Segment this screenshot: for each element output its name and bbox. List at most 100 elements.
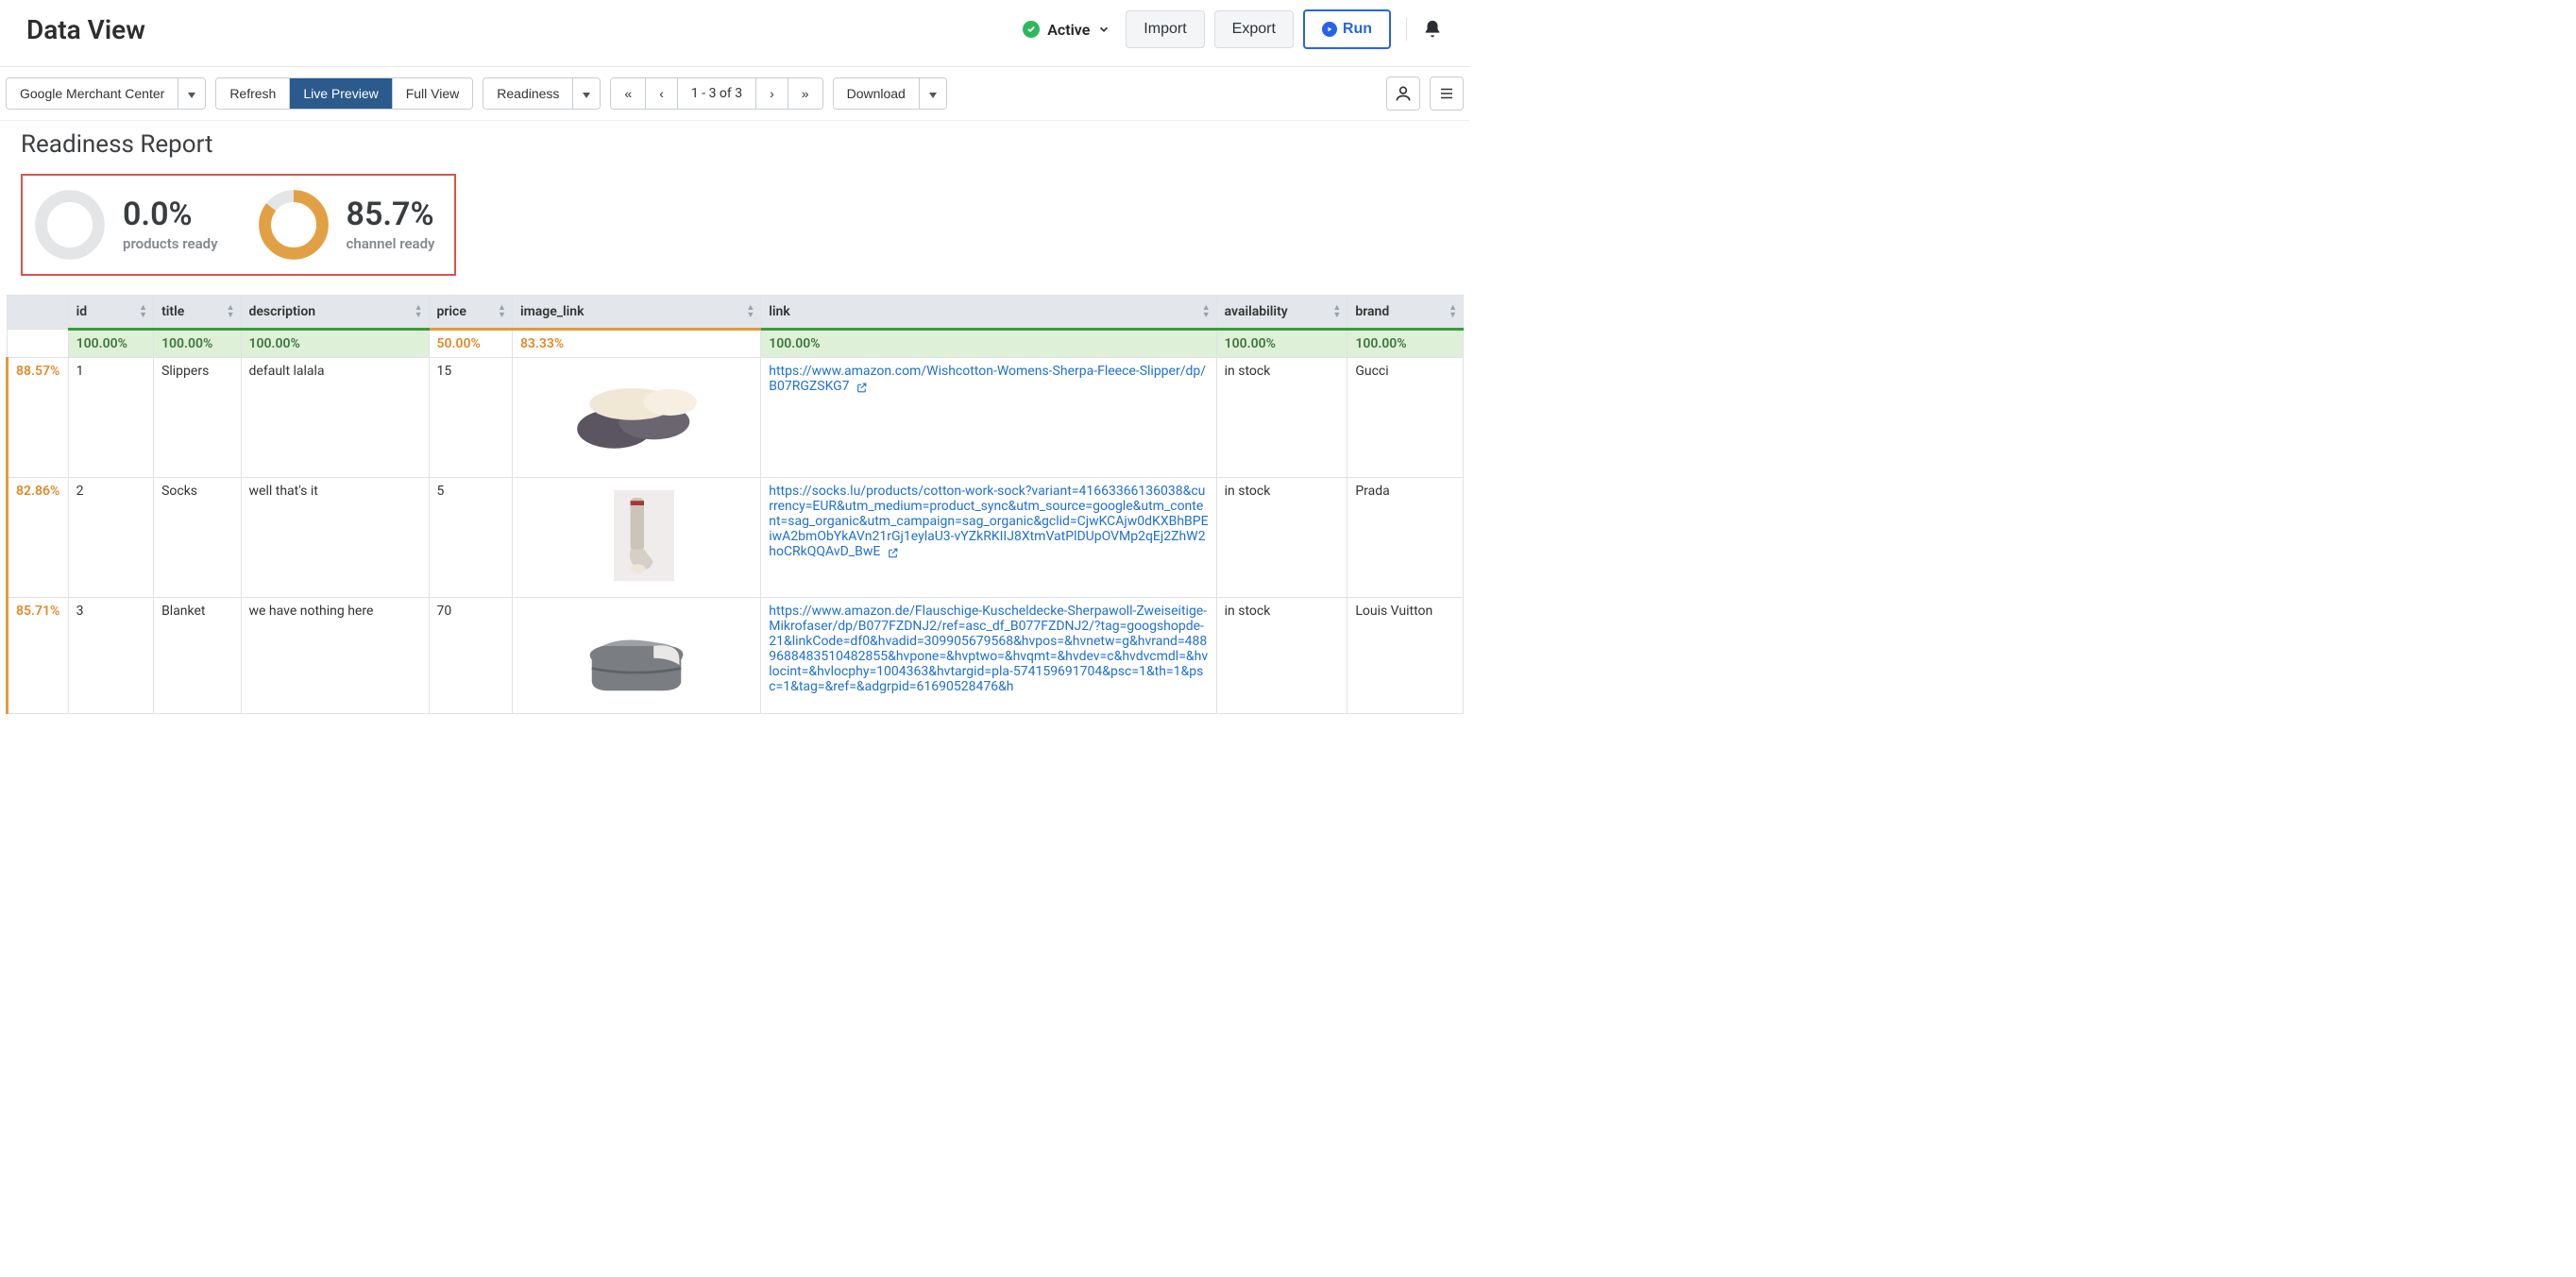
cell-availability: in stock [1216, 358, 1347, 478]
hamburger-icon [1438, 85, 1455, 102]
pager-first[interactable]: « [611, 78, 646, 109]
toolbar: Google Merchant Center Refresh Live Prev… [0, 67, 1469, 121]
product-link[interactable]: https://www.amazon.de/Flauschige-Kuschel… [769, 604, 1208, 694]
channel-button[interactable]: Google Merchant Center [7, 78, 178, 109]
chevron-down-icon [1097, 23, 1110, 36]
bell-icon[interactable] [1422, 19, 1443, 40]
full-view-tab[interactable]: Full View [393, 78, 473, 109]
cell-title: Socks [154, 478, 241, 598]
channel-selector: Google Merchant Center [6, 77, 206, 110]
sort-down-icon: ▼ [227, 312, 235, 319]
user-icon [1394, 84, 1413, 103]
refresh-button[interactable]: Refresh [216, 78, 290, 109]
table-header-row: id▲▼ title▲▼ description▲▼ price▲▼ image… [8, 296, 1464, 330]
sort-down-icon: ▼ [139, 312, 147, 319]
report-title: Readiness Report [21, 130, 1449, 159]
channel-ready-pct: 85.7% [347, 197, 435, 232]
row-pct: 85.71% [8, 598, 69, 714]
download-selector: Download [833, 77, 947, 110]
readiness-selector: Readiness [483, 77, 601, 110]
divider [1406, 18, 1407, 41]
cell-id: 3 [68, 598, 153, 714]
readiness-dropdown-caret[interactable] [573, 78, 600, 109]
report-cards: 0.0% products ready 85.7% channel ready [21, 174, 456, 276]
cell-brand: Prada [1347, 478, 1464, 598]
download-dropdown-caret[interactable] [920, 78, 946, 109]
caret-down-icon [583, 93, 590, 98]
live-preview-tab[interactable]: Live Preview [290, 78, 392, 109]
readiness-button[interactable]: Readiness [483, 78, 573, 109]
sort-down-icon: ▼ [1202, 312, 1211, 319]
pct-availability: 100.00% [1216, 330, 1347, 358]
cell-image [512, 358, 760, 478]
table-row: 88.57% 1 Slippers default lalala 15 [8, 358, 1464, 478]
header-id[interactable]: id▲▼ [68, 296, 153, 330]
cell-brand: Gucci [1347, 358, 1464, 478]
status-label: Active [1047, 21, 1090, 39]
pager-next[interactable]: › [756, 78, 788, 109]
run-label: Run [1343, 21, 1372, 38]
header-description[interactable]: description▲▼ [241, 296, 429, 330]
cell-link: https://www.amazon.de/Flauschige-Kuschel… [761, 598, 1216, 714]
header-price[interactable]: price▲▼ [429, 296, 512, 330]
page-title: Data View [26, 14, 145, 45]
cell-title: Slippers [154, 358, 241, 478]
cell-id: 2 [68, 478, 153, 598]
header-title[interactable]: title▲▼ [154, 296, 241, 330]
cell-image [512, 598, 760, 714]
check-circle-icon [1023, 21, 1040, 38]
channel-dropdown-caret[interactable] [178, 78, 205, 109]
cell-id: 1 [68, 358, 153, 478]
pager-prev[interactable]: ‹ [646, 78, 678, 109]
products-ready-card: 0.0% products ready [32, 187, 218, 263]
header-image-link[interactable]: image_link▲▼ [512, 296, 760, 330]
cell-price: 70 [429, 598, 512, 714]
page-header: Data View Active Import Export Run [0, 0, 1469, 67]
cell-title: Blanket [154, 598, 241, 714]
products-ready-pct: 0.0% [123, 197, 218, 232]
products-ready-label: products ready [123, 235, 218, 252]
product-link[interactable]: https://www.amazon.com/Wishcotton-Womens… [769, 364, 1206, 394]
import-button[interactable]: Import [1126, 10, 1204, 48]
products-ready-donut-icon [32, 187, 108, 263]
cell-brand: Louis Vuitton [1347, 598, 1464, 714]
pct-link: 100.00% [761, 330, 1216, 358]
pager-indicator: 1 - 3 of 3 [678, 78, 756, 109]
cell-description: well that's it [241, 478, 429, 598]
header-brand[interactable]: brand▲▼ [1347, 296, 1464, 330]
cell-image [512, 478, 760, 598]
pct-id: 100.00% [68, 330, 153, 358]
run-button[interactable]: Run [1303, 9, 1391, 49]
table-row: 82.86% 2 Socks well that's it 5 [8, 478, 1464, 598]
header-link[interactable]: link▲▼ [761, 296, 1216, 330]
sort-down-icon: ▼ [498, 312, 506, 319]
view-controls: Refresh Live Preview Full View [215, 77, 473, 110]
pager-last[interactable]: » [788, 78, 822, 109]
cell-price: 15 [429, 358, 512, 478]
caret-down-icon [188, 93, 195, 98]
product-link[interactable]: https://socks.lu/products/cotton-work-so… [769, 484, 1208, 559]
pager: « ‹ 1 - 3 of 3 › » [610, 77, 822, 110]
download-button[interactable]: Download [834, 78, 920, 109]
cell-price: 5 [429, 478, 512, 598]
pct-description: 100.00% [241, 330, 429, 358]
cell-link: https://www.amazon.com/Wishcotton-Womens… [761, 358, 1216, 478]
menu-button[interactable] [1430, 77, 1464, 111]
play-circle-icon [1322, 22, 1337, 37]
header-actions: Active Import Export Run [1023, 9, 1443, 49]
column-pct-row: 100.00% 100.00% 100.00% 50.00% 83.33% 10… [8, 330, 1464, 358]
status-indicator[interactable]: Active [1023, 21, 1110, 39]
data-table: id▲▼ title▲▼ description▲▼ price▲▼ image… [6, 295, 1464, 714]
row-pct: 82.86% [8, 478, 69, 598]
sort-down-icon: ▼ [746, 312, 754, 319]
external-link-icon [887, 547, 899, 559]
pct-price: 50.00% [429, 330, 512, 358]
cell-link: https://socks.lu/products/cotton-work-so… [761, 478, 1216, 598]
caret-down-icon [929, 93, 937, 98]
sort-down-icon: ▼ [1449, 312, 1457, 319]
external-link-icon [856, 382, 868, 394]
header-availability[interactable]: availability▲▼ [1216, 296, 1347, 330]
export-button[interactable]: Export [1214, 10, 1294, 48]
user-profile-button[interactable] [1386, 77, 1420, 111]
header-rowpct [8, 296, 69, 330]
